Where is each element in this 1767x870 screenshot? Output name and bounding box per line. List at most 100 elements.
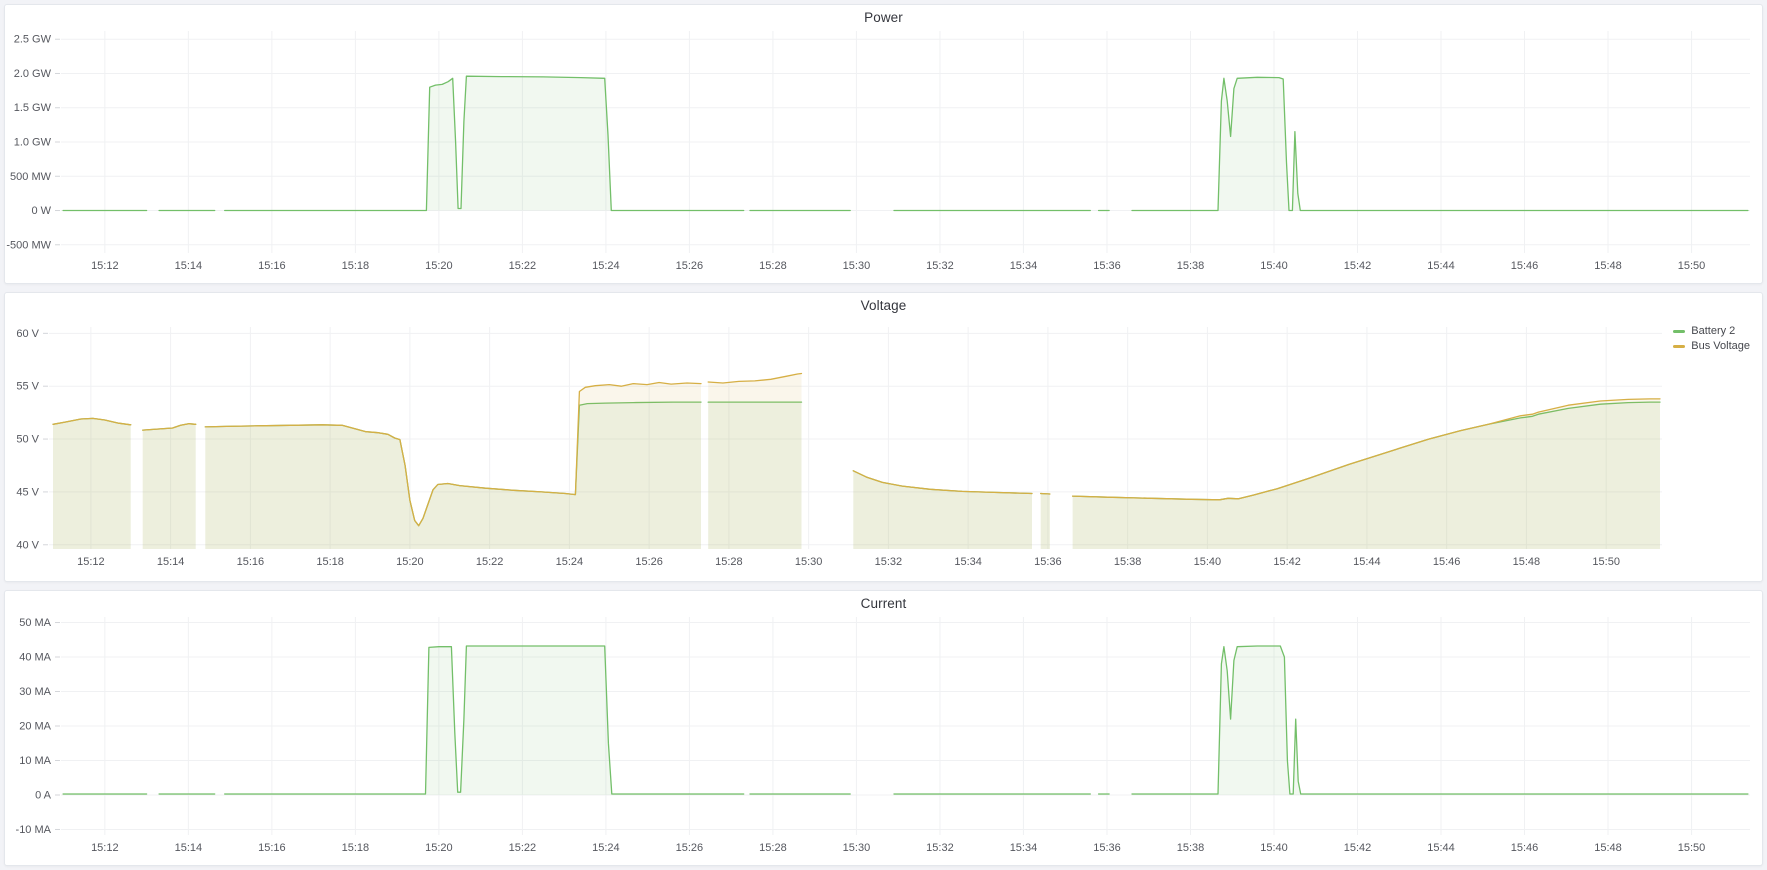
x-tick-label: 15:32 <box>926 842 954 854</box>
y-tick-label: 40 MA <box>19 652 51 664</box>
y-tick-label: 50 V <box>16 434 39 446</box>
y-tick-label: 1.5 GW <box>14 102 52 114</box>
x-tick-label: 15:12 <box>91 260 119 272</box>
panel-title-current: Current <box>5 596 1762 611</box>
x-tick-label: 15:28 <box>759 260 787 272</box>
panel-title-power: Power <box>5 10 1762 25</box>
plot-area[interactable] <box>49 327 1662 549</box>
current-chart[interactable]: 50 MA 40 MA 30 MA 20 MA 10 MA 0 A -10 MA 15:12 1… <box>5 591 1762 868</box>
x-axis-labels: 15:1215:1415:1615:1815:2015:2215:2415:26… <box>91 842 1705 854</box>
x-tick-label: 15:28 <box>759 842 787 854</box>
x-tick-label: 15:38 <box>1114 556 1142 568</box>
x-tick-label: 15:48 <box>1513 556 1541 568</box>
x-tick-label: 15:20 <box>396 556 424 568</box>
x-tick-label: 15:42 <box>1344 842 1372 854</box>
x-tick-label: 15:24 <box>592 260 620 272</box>
panel-power: Power 2.5 GW2.0 GW1.5 GW1.0 GW500 MW0 W-… <box>4 4 1763 284</box>
x-tick-label: 15:50 <box>1678 842 1706 854</box>
x-tick-label: 15:36 <box>1093 842 1121 854</box>
x-tick-label: 15:12 <box>91 842 119 854</box>
y-tick-label: 55 V <box>16 381 39 393</box>
x-tick-label: 15:40 <box>1194 556 1222 568</box>
x-tick-label: 15:36 <box>1034 556 1062 568</box>
battery-2-swatch <box>1673 330 1685 333</box>
x-tick-label: 15:18 <box>316 556 344 568</box>
x-tick-label: 15:44 <box>1427 260 1455 272</box>
x-tick-label: 15:22 <box>476 556 504 568</box>
x-tick-label: 15:20 <box>425 260 453 272</box>
y-tick-label: 10 MA <box>19 755 51 767</box>
x-tick-label: 15:42 <box>1273 556 1301 568</box>
x-tick-label: 15:48 <box>1594 260 1622 272</box>
x-tick-label: 15:32 <box>875 556 903 568</box>
x-tick-label: 15:16 <box>237 556 265 568</box>
y-axis-labels: 60 V 55 V 50 V 45 V 40 V <box>16 328 39 551</box>
y-tick-label: 30 MA <box>19 686 51 698</box>
y-tick-label: 2.0 GW <box>14 68 52 80</box>
y-tick-label: -500 MW <box>6 239 51 251</box>
x-tick-label: 15:36 <box>1093 260 1121 272</box>
y-tick-label: 45 V <box>16 486 39 498</box>
plot-area[interactable] <box>61 31 1750 253</box>
x-tick-label: 15:16 <box>258 260 286 272</box>
x-tick-label: 15:40 <box>1260 260 1288 272</box>
y-tick-label: 40 V <box>16 539 39 551</box>
panel-voltage: Voltage 60 V55 V50 V45 V40 V15:1215:1415… <box>4 292 1763 582</box>
power-chart[interactable]: 2.5 GW2.0 GW1.5 GW1.0 GW500 MW0 W-500 MW… <box>5 5 1762 286</box>
x-axis-labels: 15:12 15:14 15:16 15:18 15:20 15:22 15:24 15:26… <box>91 260 1705 272</box>
x-tick-label: 15:30 <box>795 556 823 568</box>
x-tick-label: 15:22 <box>509 260 537 272</box>
x-tick-label: 15:46 <box>1511 260 1539 272</box>
legend-label-bus-voltage: Bus Voltage <box>1691 340 1750 352</box>
x-tick-label: 15:34 <box>954 556 982 568</box>
x-tick-label: 15:32 <box>926 260 954 272</box>
x-tick-label: 15:14 <box>157 556 185 568</box>
x-tick-label: 15:46 <box>1511 842 1539 854</box>
legend-item-battery-2[interactable]: Battery 2 <box>1673 325 1750 337</box>
x-tick-label: 15:46 <box>1433 556 1461 568</box>
x-tick-label: 15:38 <box>1177 260 1205 272</box>
current-chart-svg: 50 MA 40 MA 30 MA 20 MA 10 MA 0 A -10 MA 15:12 1… <box>5 591 1762 863</box>
x-tick-label: 15:14 <box>175 260 203 272</box>
x-tick-label: 15:26 <box>676 842 704 854</box>
y-tick-label: 50 MA <box>19 617 51 629</box>
panel-title-voltage: Voltage <box>5 298 1762 313</box>
legend-label-battery-2: Battery 2 <box>1691 325 1735 337</box>
y-tick-label: 20 MA <box>19 721 51 733</box>
x-tick-label: 15:28 <box>715 556 743 568</box>
voltage-chart[interactable]: 60 V 55 V 50 V 45 V 40 V 15:12 15:14 15:16 15:18… <box>5 293 1762 584</box>
y-tick-label: 500 MW <box>10 171 52 183</box>
voltage-chart-svg: 60 V 55 V 50 V 45 V 40 V 15:12 15:14 15:16 15:18… <box>5 293 1762 579</box>
x-tick-label: 15:18 <box>342 842 370 854</box>
y-axis-labels: 50 MA 40 MA 30 MA 20 MA 10 MA 0 A -10 MA <box>16 617 52 836</box>
y-tick-label: 2.5 GW <box>14 34 52 46</box>
y-tick-label: 0 A <box>35 789 52 801</box>
x-tick-label: 15:22 <box>509 842 537 854</box>
x-tick-label: 15:34 <box>1010 842 1038 854</box>
x-tick-label: 15:50 <box>1678 260 1706 272</box>
x-tick-label: 15:18 <box>342 260 370 272</box>
x-tick-label: 15:50 <box>1592 556 1620 568</box>
plot-area[interactable] <box>61 617 1750 835</box>
legend-item-bus-voltage[interactable]: Bus Voltage <box>1673 340 1750 352</box>
y-tick-label: -10 MA <box>16 824 52 836</box>
bus-voltage-swatch <box>1673 345 1685 348</box>
y-tick-label: 1.0 GW <box>14 137 52 149</box>
x-tick-label: 15:38 <box>1177 842 1205 854</box>
x-tick-label: 15:30 <box>843 260 871 272</box>
x-axis-labels: 15:12 15:14 15:16 15:18 15:20 15:22 15:24 15:26… <box>77 556 1620 568</box>
x-tick-label: 15:24 <box>556 556 584 568</box>
x-tick-label: 15:20 <box>425 842 453 854</box>
x-tick-label: 15:16 <box>258 842 286 854</box>
x-tick-label: 15:42 <box>1344 260 1372 272</box>
x-tick-label: 15:24 <box>592 842 620 854</box>
x-tick-label: 15:26 <box>635 556 663 568</box>
x-tick-label: 15:44 <box>1427 842 1455 854</box>
x-tick-label: 15:26 <box>676 260 704 272</box>
y-axis-labels: 2.5 GW2.0 GW1.5 GW1.0 GW500 MW0 W-500 MW <box>6 34 51 252</box>
x-tick-label: 15:48 <box>1594 842 1622 854</box>
y-tick-label: 60 V <box>16 328 39 340</box>
x-tick-label: 15:44 <box>1353 556 1381 568</box>
x-tick-label: 15:12 <box>77 556 105 568</box>
power-chart-svg: 2.5 GW2.0 GW1.5 GW1.0 GW500 MW0 W-500 MW… <box>5 5 1762 281</box>
